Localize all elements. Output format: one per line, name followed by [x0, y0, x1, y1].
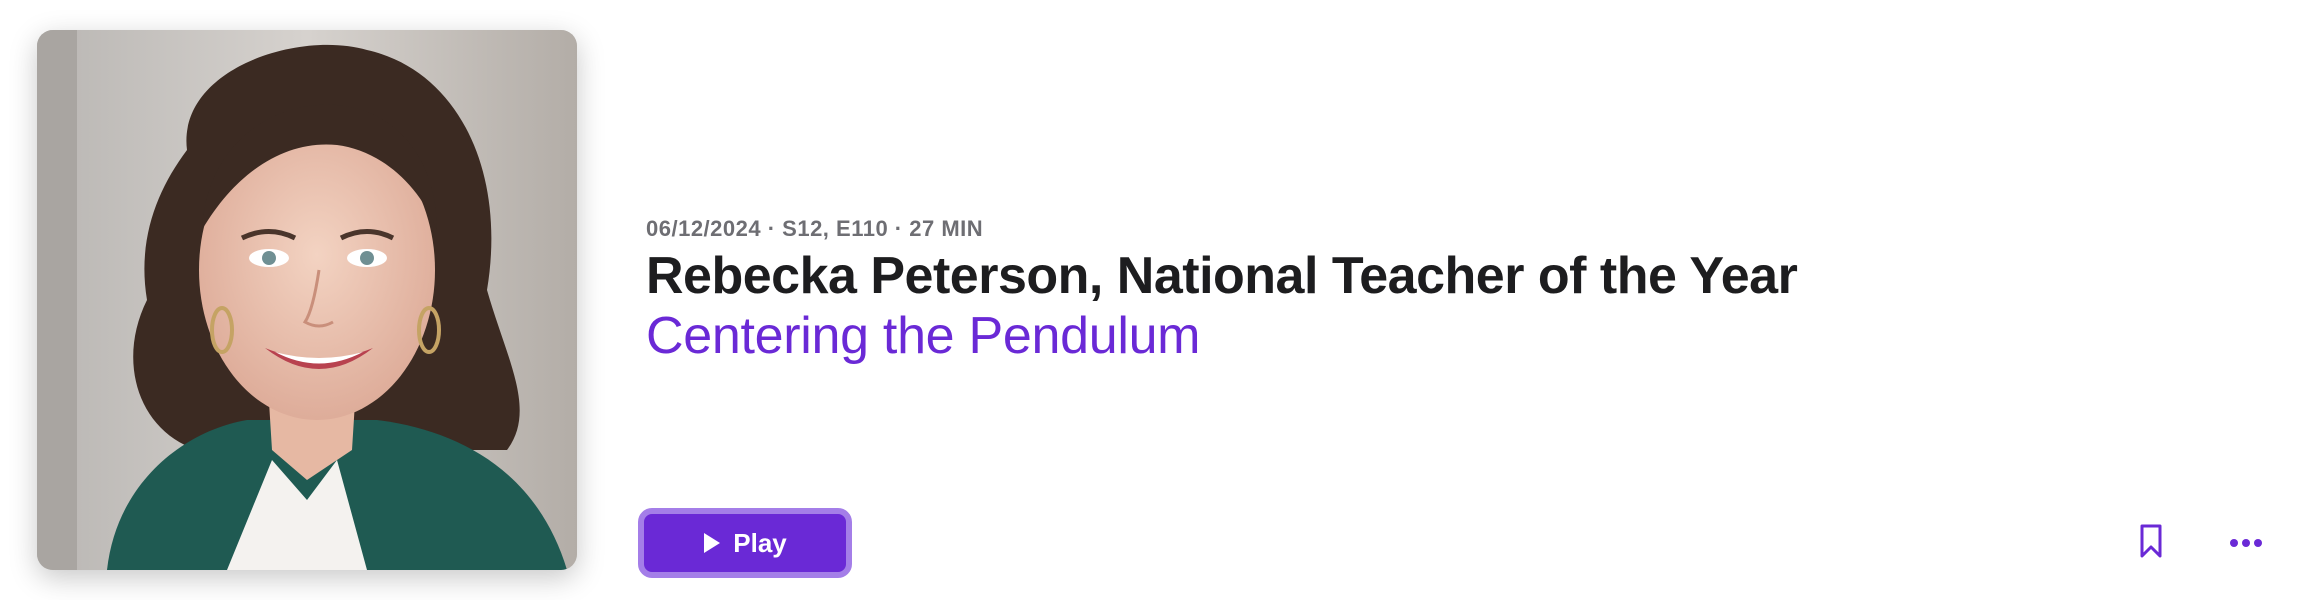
ellipsis-icon	[2229, 535, 2263, 553]
play-button-label: Play	[733, 527, 787, 558]
portrait-image	[37, 30, 577, 570]
more-options-button[interactable]	[2222, 524, 2270, 564]
episode-artwork	[37, 30, 577, 570]
episode-meta: 06/12/2024 · S12, E110 · 27 MIN	[646, 216, 984, 241]
episode-title: Rebecka Peterson, National Teacher of th…	[646, 247, 1798, 305]
bookmark-button[interactable]	[2130, 518, 2172, 568]
play-icon	[703, 532, 721, 554]
bookmark-icon	[2139, 523, 2163, 564]
play-button[interactable]: Play	[638, 508, 852, 578]
show-title-link[interactable]: Centering the Pendulum	[646, 306, 1201, 366]
episode-header: 06/12/2024 · S12, E110 · 27 MIN Rebecka …	[0, 0, 2300, 600]
